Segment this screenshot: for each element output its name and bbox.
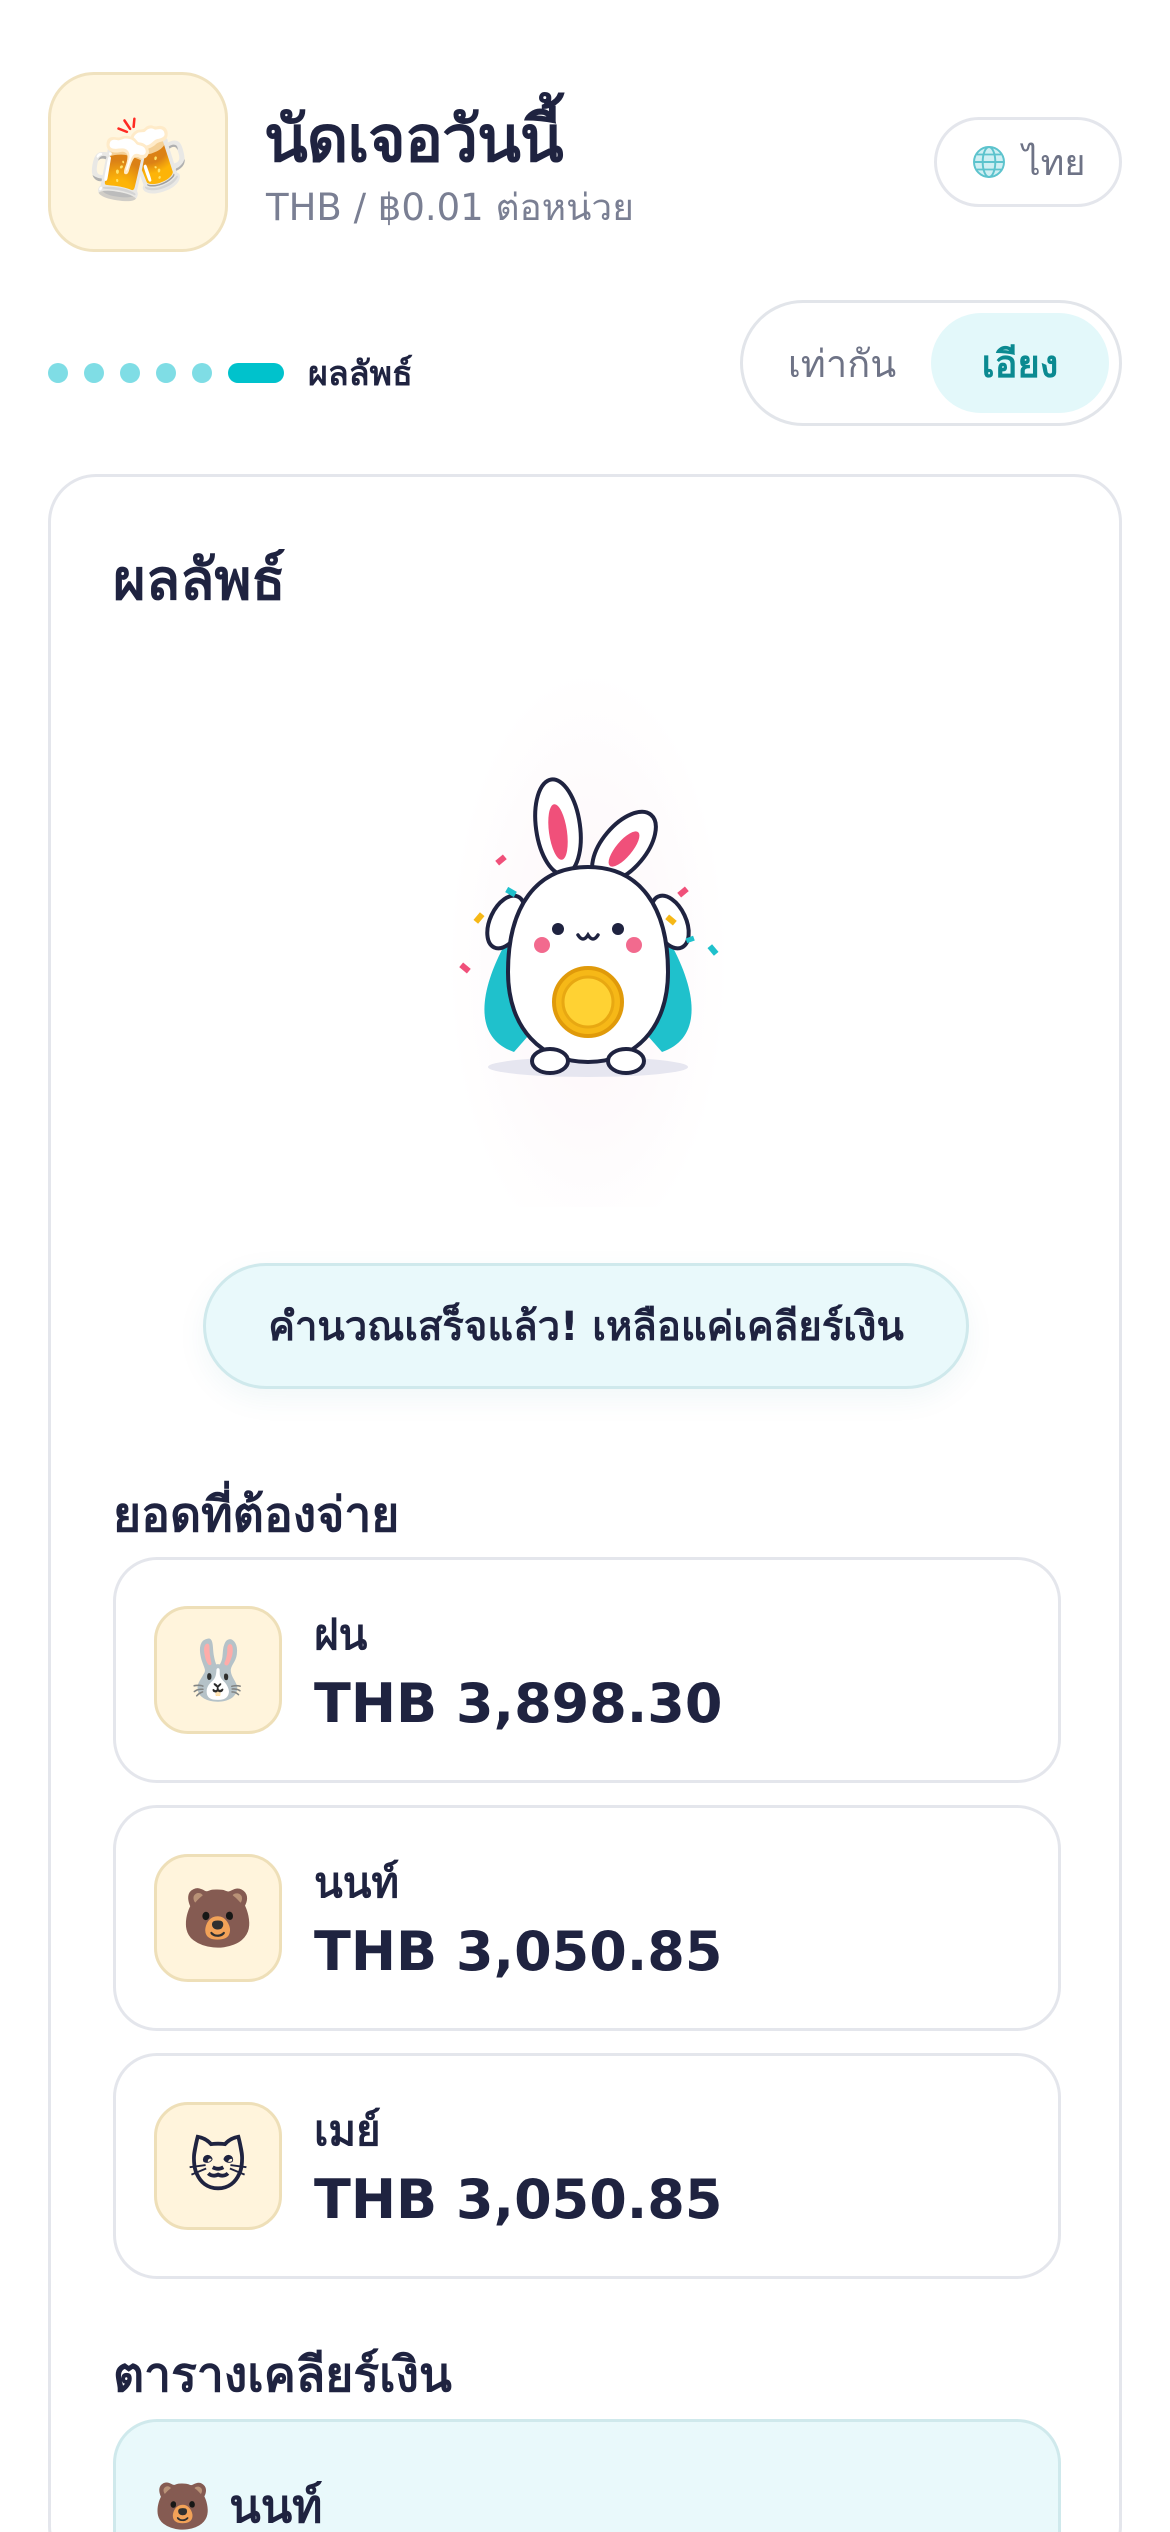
settlement-heading: ตารางเคลียร์เงิน <box>113 2347 452 2403</box>
header: 🍻 นัดเจอวันนี้ THB / ฿0.01 ต่อหน่วย ไทย <box>0 0 1170 270</box>
payer-amount: THB 3,050.85 <box>314 1920 723 1983</box>
globe-icon <box>972 146 1005 178</box>
settlement-payer: 🐻 นนท์ <box>154 2470 323 2532</box>
bunny-coin-icon <box>459 777 719 1077</box>
toggle-option-skewed[interactable]: เอียง <box>931 313 1109 413</box>
step-dot <box>120 363 140 383</box>
result-card: ผลลัพธ์ คำนวณเสร็จแล้ว! เหลือแค่เคลียร์เ… <box>48 474 1122 2532</box>
payer-name: นนท์ <box>314 1858 400 1907</box>
step-dot <box>156 363 176 383</box>
bear-icon: 🐻 <box>154 2479 212 2532</box>
payer-name: เมย์ <box>314 2106 381 2155</box>
payer-amount: THB 3,050.85 <box>314 2168 723 2231</box>
currency-subtitle: THB / ฿0.01 ต่อหน่วย <box>266 186 634 229</box>
rabbit-icon: 🐰 <box>154 1606 282 1734</box>
language-button[interactable]: ไทย <box>934 117 1122 207</box>
payments-heading: ยอดที่ต้องจ่าย <box>113 1487 400 1543</box>
status-banner: คำนวณเสร็จแล้ว! เหลือแค่เคลียร์เงิน <box>203 1263 969 1389</box>
settlement-item: 🐻 นนท์ <box>113 2419 1061 2532</box>
step-dot <box>84 363 104 383</box>
step-dot <box>192 363 212 383</box>
bear-icon: 🐻 <box>154 1854 282 1982</box>
page-title: นัดเจอวันนี้ <box>264 103 564 177</box>
toggle-option-equal[interactable]: เท่ากัน <box>753 313 931 413</box>
step-dot-active <box>228 363 284 383</box>
beer-mugs-icon: 🍻 <box>48 72 228 252</box>
step-dot <box>48 363 68 383</box>
language-label: ไทย <box>1022 142 1086 184</box>
result-title: ผลลัพธ์ <box>113 548 286 613</box>
celebration-illustration <box>446 667 730 1207</box>
step-label: ผลลัพธ์ <box>308 354 413 394</box>
payer-amount: THB 3,898.30 <box>314 1672 723 1735</box>
cat-icon: 🐱 <box>154 2102 282 2230</box>
payment-item: 🐱 เมย์ THB 3,050.85 <box>113 2053 1061 2279</box>
payer-name: ฝน <box>314 1610 368 1659</box>
step-progress: ผลลัพธ์ <box>48 346 413 400</box>
payment-item: 🐻 นนท์ THB 3,050.85 <box>113 1805 1061 2031</box>
settlement-payer-name: นนท์ <box>229 2479 323 2532</box>
rounding-toggle: เท่ากัน เอียง <box>740 300 1122 426</box>
payment-item: 🐰 ฝน THB 3,898.30 <box>113 1557 1061 1783</box>
